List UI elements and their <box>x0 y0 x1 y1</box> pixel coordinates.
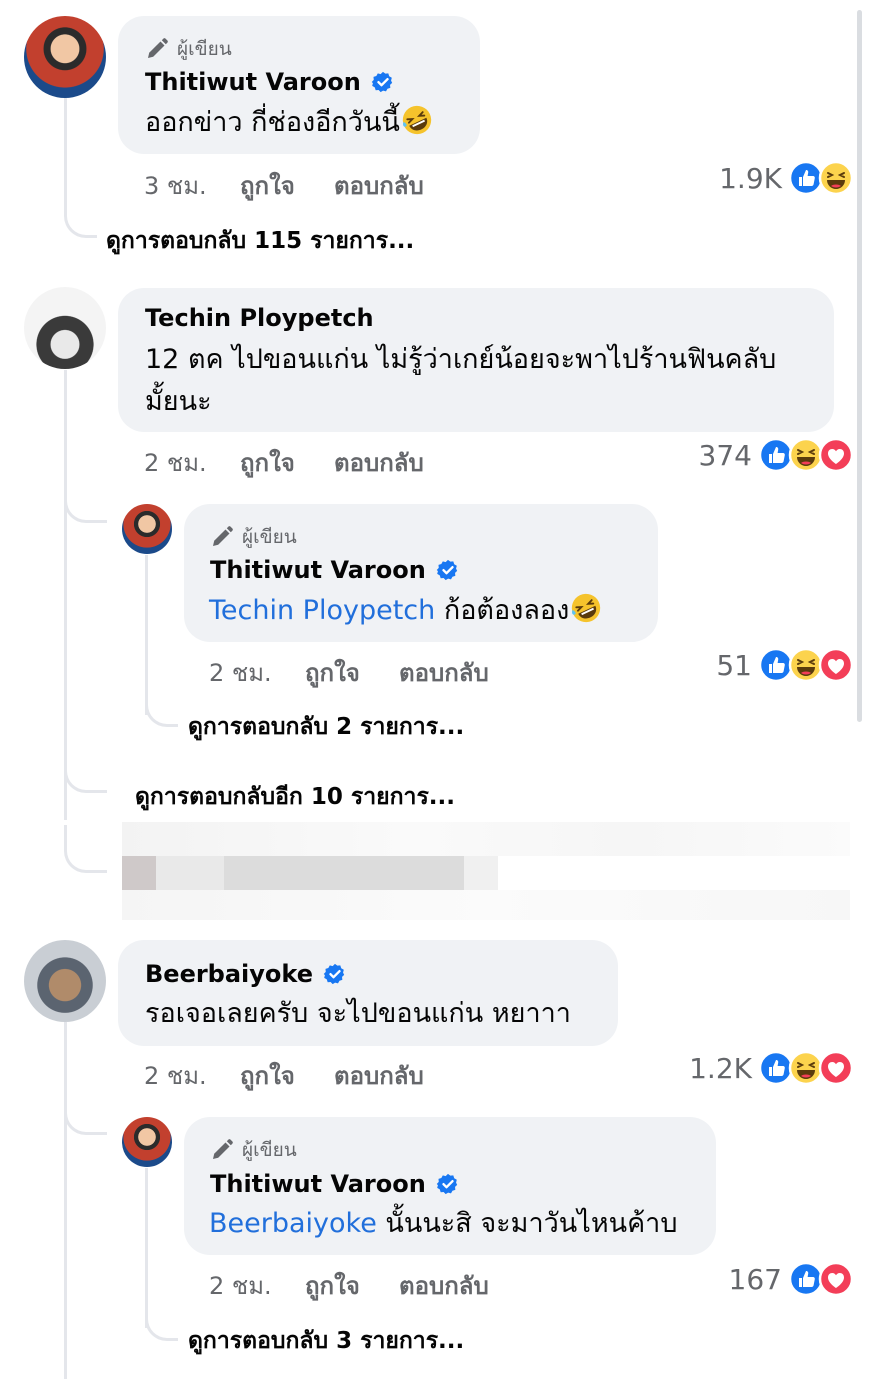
comment-text: ออกข่าว กี่ช่องอีกวันนี้ <box>145 102 434 144</box>
author-badge-label: ผู้เขียน <box>242 1139 297 1161</box>
thread-elbow <box>64 825 107 873</box>
verified-badge-icon <box>436 1172 460 1196</box>
timestamp[interactable]: 2 ชม. <box>144 1056 240 1095</box>
thread-elbow <box>145 1300 178 1341</box>
rofl-emoji-icon <box>569 591 603 625</box>
reply-actions: 2 ชม. ถูกใจ ตอบกลับ <box>209 1266 489 1305</box>
view-replies-link[interactable]: ดูการตอบกลับ 115 รายการ... <box>106 223 414 259</box>
author-badge-label: ผู้เขียน <box>177 38 232 60</box>
thread-elbow <box>64 1100 107 1135</box>
pencil-icon <box>210 1138 234 1162</box>
reply-text: Beerbaiyoke นั้นนะสิ จะมาวันไหนค้าบ <box>209 1208 678 1239</box>
like-button[interactable]: ถูกใจ <box>240 443 334 482</box>
view-replies-link[interactable]: ดูการตอบกลับ 3 รายการ... <box>188 1323 464 1359</box>
mention-link[interactable]: Techin Ploypetch <box>209 595 435 626</box>
love-reaction-icon <box>818 1261 854 1297</box>
like-button[interactable]: ถูกใจ <box>240 166 334 205</box>
like-button[interactable]: ถูกใจ <box>305 1266 399 1305</box>
timestamp[interactable]: 2 ชม. <box>144 443 240 482</box>
reply-button[interactable]: ตอบกลับ <box>334 443 424 482</box>
timestamp[interactable]: 3 ชม. <box>144 166 240 205</box>
like-button[interactable]: ถูกใจ <box>305 653 399 692</box>
verified-badge-icon <box>323 962 347 986</box>
verified-badge-icon <box>436 558 460 582</box>
avatar[interactable] <box>122 504 172 554</box>
love-reaction-icon <box>818 437 854 473</box>
reaction-summary[interactable]: 167 <box>729 1261 854 1297</box>
reaction-summary[interactable]: 51 <box>716 647 854 683</box>
comment-actions: 2 ชม. ถูกใจ ตอบกลับ <box>144 1056 424 1095</box>
view-replies-link[interactable]: ดูการตอบกลับ 2 รายการ... <box>188 709 464 745</box>
reply-button[interactable]: ตอบกลับ <box>334 1056 424 1095</box>
reaction-count[interactable]: 1.2K <box>689 1052 752 1085</box>
reply-button[interactable]: ตอบกลับ <box>399 653 489 692</box>
reaction-count[interactable]: 51 <box>716 649 752 682</box>
thread-elbow <box>64 195 97 238</box>
commenter-name[interactable]: Beerbaiyoke <box>145 960 347 988</box>
author-badge-label: ผู้เขียน <box>242 526 297 548</box>
comment-text: 12 ตค ไปขอนแก่น ไม่รู้ว่าเกย์น้อยจะพาไปร… <box>145 344 777 417</box>
love-reaction-icon <box>818 647 854 683</box>
thread-line <box>64 1022 67 1379</box>
commenter-name[interactable]: Thitiwut Varoon <box>210 556 460 584</box>
like-button[interactable]: ถูกใจ <box>240 1056 334 1095</box>
reaction-count[interactable]: 167 <box>729 1263 782 1296</box>
comment-actions: 3 ชม. ถูกใจ ตอบกลับ <box>144 166 424 205</box>
commenter-name[interactable]: Techin Ploypetch <box>145 304 374 332</box>
haha-reaction-icon <box>818 160 854 196</box>
reply-actions: 2 ชม. ถูกใจ ตอบกลับ <box>209 653 489 692</box>
reply-button[interactable]: ตอบกลับ <box>334 166 424 205</box>
redacted-area <box>122 822 850 920</box>
pencil-icon <box>145 37 169 61</box>
thread-elbow <box>64 490 107 523</box>
reaction-count[interactable]: 1.9K <box>719 162 782 195</box>
view-more-replies-link[interactable]: ดูการตอบกลับอีก 10 รายการ... <box>135 779 455 815</box>
reaction-summary[interactable]: 1.2K <box>689 1050 854 1086</box>
comment-actions: 2 ชม. ถูกใจ ตอบกลับ <box>144 443 424 482</box>
reaction-count[interactable]: 374 <box>699 439 752 472</box>
author-badge: ผู้เขียน <box>145 34 232 64</box>
scrollbar[interactable] <box>857 10 862 722</box>
avatar[interactable] <box>24 287 106 369</box>
reply-text: Techin Ploypetch ก้อต้องลอง <box>209 590 603 632</box>
comment-text: รอเจอเลยครับ จะไปขอนแก่น หยาาา <box>145 998 571 1029</box>
mention-link[interactable]: Beerbaiyoke <box>209 1208 377 1239</box>
avatar[interactable] <box>24 16 106 98</box>
avatar[interactable] <box>122 1117 172 1167</box>
reply-button[interactable]: ตอบกลับ <box>399 1266 489 1305</box>
reaction-summary[interactable]: 1.9K <box>719 160 854 196</box>
timestamp[interactable]: 2 ชม. <box>209 653 305 692</box>
commenter-name[interactable]: Thitiwut Varoon <box>210 1170 460 1198</box>
avatar[interactable] <box>24 940 106 1022</box>
love-reaction-icon <box>818 1050 854 1086</box>
author-badge: ผู้เขียน <box>210 522 297 552</box>
timestamp[interactable]: 2 ชม. <box>209 1266 305 1305</box>
verified-badge-icon <box>371 70 395 94</box>
thread-elbow <box>145 690 178 727</box>
reaction-summary[interactable]: 374 <box>699 437 854 473</box>
author-badge: ผู้เขียน <box>210 1135 297 1165</box>
commenter-name[interactable]: Thitiwut Varoon <box>145 68 395 96</box>
rofl-emoji-icon <box>400 103 434 137</box>
pencil-icon <box>210 525 234 549</box>
thread-line <box>64 370 67 820</box>
thread-line <box>64 98 67 208</box>
thread-elbow <box>64 760 107 793</box>
